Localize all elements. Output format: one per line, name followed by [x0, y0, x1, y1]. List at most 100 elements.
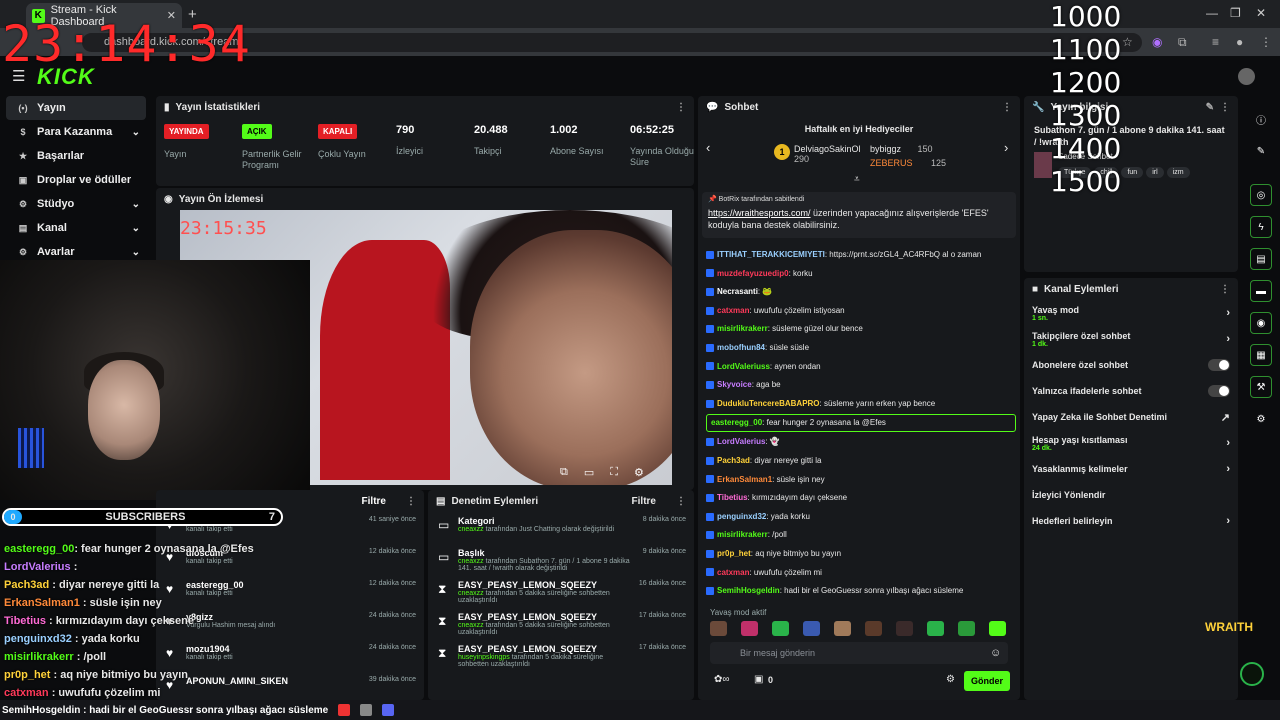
chevron-down-icon[interactable]: ⌄ — [132, 223, 140, 234]
theater-mode-icon[interactable]: ▭ — [584, 466, 594, 479]
toggle-switch[interactable] — [1208, 359, 1230, 371]
chevron-down-icon[interactable]: ⌄ — [132, 247, 140, 258]
bolt-icon[interactable]: ϟ — [1250, 216, 1272, 238]
fullscreen-icon[interactable]: ⛶ — [610, 466, 618, 479]
document-icon[interactable]: ▤ — [1250, 248, 1272, 270]
chat-username[interactable]: catxman — [717, 306, 749, 315]
camera-icon[interactable]: ◎ — [1250, 184, 1272, 206]
channel-action-7[interactable]: İzleyici Yönlendir — [1024, 482, 1238, 508]
followers-menu-icon[interactable]: ⋮ — [406, 496, 416, 507]
chat-username[interactable]: Necrasanti — [717, 287, 758, 296]
moderator-name[interactable]: cneaxzz — [458, 590, 484, 597]
picture-in-picture-icon[interactable]: ⧉ — [560, 466, 568, 479]
toggle-switch[interactable] — [1208, 385, 1230, 397]
gifters-prev-icon[interactable]: ‹ — [706, 140, 710, 155]
settings-gear-icon[interactable]: ⚙ — [634, 466, 644, 479]
chevron-right-icon[interactable]: › — [1226, 437, 1230, 449]
moderation-menu-icon[interactable]: ⋮ — [676, 496, 686, 507]
chat-username[interactable]: misirlikrakerr — [717, 324, 768, 333]
emote-6[interactable] — [865, 621, 882, 636]
emote-4[interactable] — [803, 621, 820, 636]
chat-username[interactable]: ErkanSalman1 — [717, 475, 772, 484]
channel-action-8[interactable]: Hedefleri belirleyin › — [1024, 508, 1238, 534]
emote-8[interactable] — [927, 621, 944, 636]
followers-filter[interactable]: Filtre — [362, 496, 386, 507]
sidebar-item-1[interactable]: $ Para Kazanma ⌄ — [6, 120, 146, 144]
tools-icon[interactable]: ⚒ — [1250, 376, 1272, 398]
tag-3[interactable]: irl — [1146, 167, 1164, 178]
channel-actions-menu-icon[interactable]: ⋮ — [1220, 284, 1230, 295]
profile-icon[interactable]: ● — [1236, 35, 1243, 49]
emote-9[interactable] — [958, 621, 975, 636]
chevron-right-icon[interactable]: › — [1226, 307, 1230, 319]
sidebar-item-0[interactable]: (•) Yayın — [6, 96, 146, 120]
chat-username[interactable]: muzdefayuzuedip0 — [717, 269, 789, 278]
gifters-next-icon[interactable]: › — [1004, 140, 1008, 155]
moderation-filter[interactable]: Filtre — [632, 496, 656, 507]
pencil-icon[interactable]: ✎ — [1250, 140, 1272, 162]
emoji-picker-icon[interactable]: ☺ — [990, 647, 1001, 659]
chat-bubble-icon[interactable]: ▬ — [1250, 280, 1272, 302]
store-icon[interactable]: ▦ — [1250, 344, 1272, 366]
browser-menu-icon[interactable]: ⋮ — [1260, 35, 1272, 49]
chat-username[interactable]: LordValerius — [717, 437, 765, 446]
minimize-icon[interactable]: — — [1206, 6, 1218, 20]
chat-username[interactable]: Tibetius — [717, 493, 748, 502]
chat-username[interactable]: SemihHosgeldin — [717, 586, 780, 595]
tag-4[interactable]: izm — [1166, 167, 1190, 178]
broadcast-icon[interactable]: ◉ — [1250, 312, 1272, 334]
chevron-down-icon[interactable]: ⌄ — [132, 127, 140, 138]
chrome-taskbar-icon[interactable] — [338, 704, 351, 716]
chat-username[interactable]: Pach3ad — [717, 456, 750, 465]
chat-username[interactable]: penguinxd32 — [717, 512, 766, 521]
extensions-puzzle-icon[interactable]: ⧉ — [1178, 35, 1187, 50]
chat-username[interactable]: ITTIHAT_TERAKKICEMIYETI — [717, 250, 825, 259]
emote-5[interactable] — [834, 621, 851, 636]
channel-action-1[interactable]: Takipçilere özel sohbet 1 dk. › — [1024, 326, 1238, 352]
shop-icon[interactable]: ▣ — [754, 674, 763, 685]
stream-info-menu-icon[interactable]: ⋮ — [1220, 102, 1230, 113]
emote-7[interactable] — [896, 621, 913, 636]
chat-username[interactable]: misirlikrakerr — [717, 530, 768, 539]
edit-pencil-icon[interactable]: ✎ — [1206, 102, 1214, 113]
chat-settings-icon[interactable]: ⚙ — [946, 674, 955, 685]
moderator-name[interactable]: cneaxzz — [458, 622, 484, 629]
close-window-icon[interactable]: ✕ — [1256, 6, 1266, 20]
sidebar-item-5[interactable]: ▤ Kanal ⌄ — [6, 216, 146, 240]
stats-menu-icon[interactable]: ⋮ — [676, 102, 686, 113]
chat-username[interactable]: DudukluTencereBABAPRO — [717, 399, 820, 408]
chat-username[interactable]: easteregg_00 — [711, 418, 762, 427]
emote-3[interactable] — [772, 621, 789, 636]
emote-1[interactable] — [710, 621, 727, 636]
moderator-name[interactable]: huseyinpskingps — [458, 654, 510, 661]
more-settings-icon[interactable]: ⚙ — [1250, 408, 1272, 430]
external-link-icon[interactable]: ↗ — [1221, 411, 1230, 424]
sidebar-item-3[interactable]: ▣ Droplar ve ödüller — [6, 168, 146, 192]
bookmark-star-icon[interactable]: ☆ — [1122, 35, 1133, 49]
sidebar-item-2[interactable]: ★ Başarılar — [6, 144, 146, 168]
channel-action-4[interactable]: Yapay Zeka ile Sohbet Denetimi ↗ — [1024, 404, 1238, 430]
maximize-icon[interactable]: ❐ — [1230, 6, 1241, 20]
chat-username[interactable]: pr0p_het — [717, 549, 751, 558]
emote-10[interactable] — [989, 621, 1006, 636]
moderator-name[interactable]: cneaxzz — [458, 526, 484, 533]
chevron-right-icon[interactable]: › — [1226, 515, 1230, 527]
collapse-gifters-icon[interactable]: ⩡ — [854, 174, 860, 185]
channel-action-2[interactable]: Abonelere özel sohbet — [1024, 352, 1238, 378]
channel-points-icon[interactable]: ✿∞ — [714, 674, 730, 685]
pinned-link[interactable]: https://wraithesports.com/ — [708, 208, 811, 218]
channel-action-0[interactable]: Yavaş mod 1 sn. › — [1024, 300, 1238, 326]
channel-action-6[interactable]: Yasaklanmış kelimeler › — [1024, 456, 1238, 482]
discord-taskbar-icon[interactable] — [382, 704, 395, 716]
chat-input[interactable]: Bir mesaj gönderin — [710, 642, 1008, 664]
chat-username[interactable]: LordValeriuss — [717, 362, 770, 371]
info-icon[interactable]: ⓘ — [1250, 108, 1272, 130]
obs-taskbar-icon[interactable] — [360, 704, 373, 716]
user-avatar[interactable] — [1238, 68, 1255, 85]
send-button[interactable]: Gönder — [964, 671, 1010, 691]
chevron-right-icon[interactable]: › — [1226, 333, 1230, 345]
channel-action-3[interactable]: Yalnızca ifadelerle sohbet — [1024, 378, 1238, 404]
extension-icon[interactable]: ◉ — [1152, 35, 1162, 49]
channel-action-5[interactable]: Hesap yaşı kısıtlaması 24 dk. › — [1024, 430, 1238, 456]
media-icon[interactable]: ≡ — [1212, 35, 1219, 49]
